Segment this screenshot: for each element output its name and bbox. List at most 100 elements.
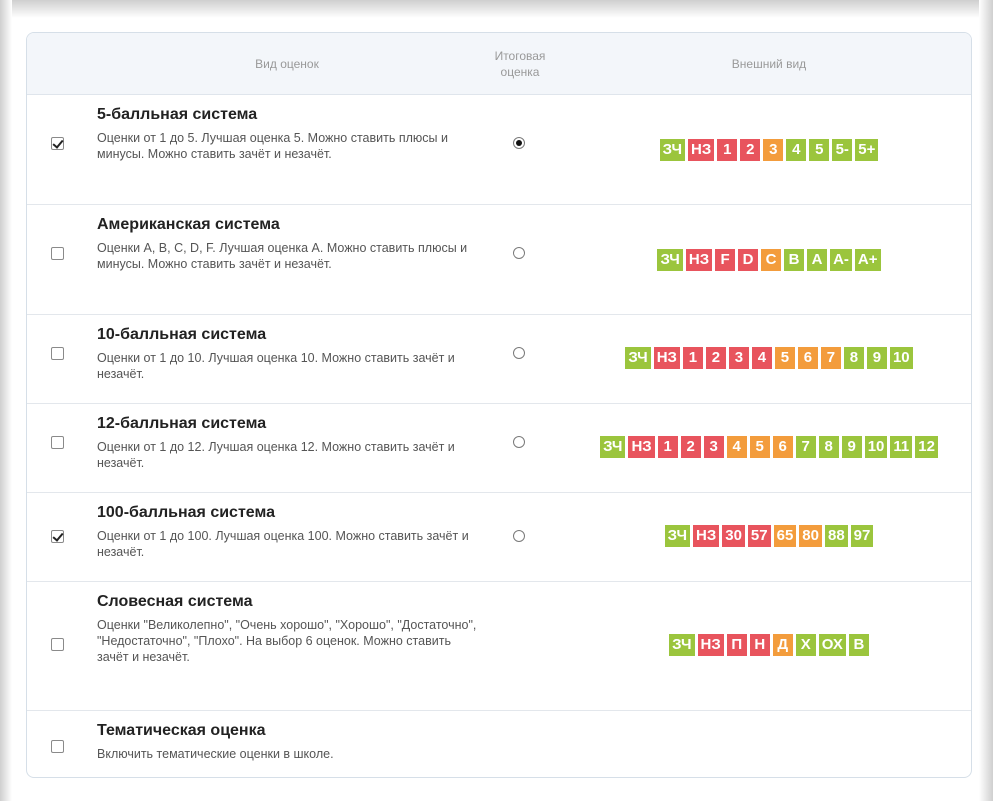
grade-badge: 1 <box>717 139 738 161</box>
system-description: Оценки от 1 до 5. Лучшая оценка 5. Можно… <box>97 131 448 161</box>
grade-badge: 80 <box>799 525 822 547</box>
grade-badge: 7 <box>795 436 816 458</box>
grade-badge: 10 <box>864 436 888 458</box>
grading-systems-panel: Вид оценок Итоговая оценка Внешний вид 5… <box>26 32 972 778</box>
grading-system-row: Словесная система Оценки "Великолепно", "… <box>27 582 971 711</box>
grade-badge: 7 <box>820 347 841 369</box>
final-grade-radio[interactable] <box>513 247 525 259</box>
enable-checkbox[interactable] <box>51 347 64 360</box>
radio-selected-dot <box>516 140 522 146</box>
grading-system-row: 100-балльная система Оценки от 1 до 100. … <box>27 493 971 582</box>
grade-badge: 9 <box>866 347 887 369</box>
grade-badge: Х <box>795 634 816 656</box>
grade-badge: ОХ <box>818 634 846 656</box>
grade-badge: 11 <box>890 436 913 458</box>
grade-badge: 12 <box>915 436 938 458</box>
grade-badge: C <box>761 249 782 271</box>
grade-badge: 4 <box>786 139 807 161</box>
grade-badge: 2 <box>680 436 701 458</box>
enable-checkbox[interactable] <box>51 638 64 651</box>
header-grade-type: Вид оценок <box>97 33 477 94</box>
grade-badge: A+ <box>854 249 881 271</box>
grade-preview: ЗЧ НЗ 30 57 65 80 88 97 <box>567 525 971 547</box>
enable-checkbox[interactable] <box>51 436 64 449</box>
header-appearance-label: Внешний вид <box>731 56 807 71</box>
grade-badge: 6 <box>797 347 818 369</box>
grade-badge: 2 <box>705 347 726 369</box>
grade-badge: 1 <box>682 347 703 369</box>
grade-badge: НЗ <box>628 436 655 458</box>
grade-badge: НЗ <box>653 347 680 369</box>
system-title: Тематическая оценка <box>97 722 266 739</box>
system-title: Американская система <box>97 216 280 233</box>
final-grade-radio[interactable] <box>513 137 525 149</box>
grade-badge: 4 <box>751 347 772 369</box>
grade-badge: B <box>784 249 805 271</box>
system-title: 12-балльная система <box>97 415 267 432</box>
grade-preview: ЗЧ НЗ F D C B A A- A+ <box>567 249 971 271</box>
grade-badge: ЗЧ <box>664 525 690 547</box>
system-description: Оценки от 1 до 12. Лучшая оценка 12. Мож… <box>97 440 455 470</box>
grade-badge: ЗЧ <box>669 634 695 656</box>
system-title: 100-балльная система <box>97 504 275 521</box>
grade-badge: 97 <box>850 525 874 547</box>
grade-badge: НЗ <box>693 525 720 547</box>
grade-badge: 3 <box>728 347 749 369</box>
grade-badge: 5 <box>774 347 795 369</box>
grade-badge: A <box>807 249 828 271</box>
system-description: Оценки A, B, C, D, F. Лучшая оценка A. М… <box>97 241 468 271</box>
grade-badge: 8 <box>843 347 864 369</box>
grading-system-row: 10-балльная система Оценки от 1 до 10. Лу… <box>27 315 971 404</box>
system-title: 5-балльная система <box>97 106 258 123</box>
grade-badge: 1 <box>657 436 678 458</box>
grade-badge: 8 <box>818 436 839 458</box>
grade-badge: ЗЧ <box>600 436 626 458</box>
grade-badge: НЗ <box>697 634 724 656</box>
header-final-line1: Итоговая <box>494 48 546 63</box>
grade-badge: Н <box>749 634 770 656</box>
grade-badge: 5+ <box>855 139 879 161</box>
grade-badge: 5 <box>749 436 770 458</box>
grade-badge: 4 <box>726 436 747 458</box>
grade-badge: 88 <box>824 525 848 547</box>
grade-preview: ЗЧ НЗ П Н Д Х ОХ В <box>567 634 971 656</box>
final-grade-radio[interactable] <box>513 530 525 542</box>
system-description: Включить тематические оценки в школе. <box>97 747 334 761</box>
system-title: 10-балльная система <box>97 326 267 343</box>
table-header: Вид оценок Итоговая оценка Внешний вид <box>27 33 971 95</box>
enable-checkbox[interactable] <box>51 247 64 260</box>
grade-badge: 9 <box>841 436 862 458</box>
grade-badge: 5 <box>809 139 830 161</box>
window-shadow-top <box>0 0 993 18</box>
header-final-line2: оценка <box>500 64 540 79</box>
grading-system-row: Американская система Оценки A, B, C, D, F… <box>27 205 971 315</box>
grading-systems-list: 5-балльная система Оценки от 1 до 5. Лучш… <box>27 95 971 777</box>
grade-badge: 3 <box>703 436 724 458</box>
final-grade-radio[interactable] <box>513 347 525 359</box>
final-grade-radio[interactable] <box>513 436 525 448</box>
system-description: Оценки "Великолепно", "Очень хорошо", "Х… <box>97 618 477 664</box>
header-grade-type-label: Вид оценок <box>255 56 319 71</box>
grade-badge: 5- <box>832 139 853 161</box>
enable-checkbox[interactable] <box>51 530 64 543</box>
grade-badge: 65 <box>773 525 797 547</box>
grade-preview: ЗЧ НЗ 1 2 3 4 5 6 7 8 9 10 <box>567 347 971 369</box>
grade-badge: 57 <box>747 525 771 547</box>
checkmark-icon <box>52 137 64 149</box>
grade-badge: Д <box>772 634 793 656</box>
grade-badge: 10 <box>889 347 913 369</box>
grade-badge: П <box>726 634 747 656</box>
grade-preview: ЗЧ НЗ 1 2 3 4 5 6 7 8 9 10 11 12 <box>567 436 971 458</box>
grade-badge: A- <box>830 249 852 271</box>
checkmark-icon <box>52 530 64 542</box>
grade-badge: НЗ <box>685 249 713 271</box>
window-shadow-right <box>979 0 993 801</box>
system-title: Словесная система <box>97 593 253 610</box>
header-final-grade: Итоговая оценка <box>479 33 561 94</box>
grade-badge: 2 <box>740 139 761 161</box>
grade-badge: ЗЧ <box>657 249 683 271</box>
system-description: Оценки от 1 до 100. Лучшая оценка 100. М… <box>97 529 469 559</box>
enable-checkbox[interactable] <box>51 137 64 150</box>
enable-checkbox[interactable] <box>51 740 64 753</box>
grade-badge: D <box>738 249 759 271</box>
